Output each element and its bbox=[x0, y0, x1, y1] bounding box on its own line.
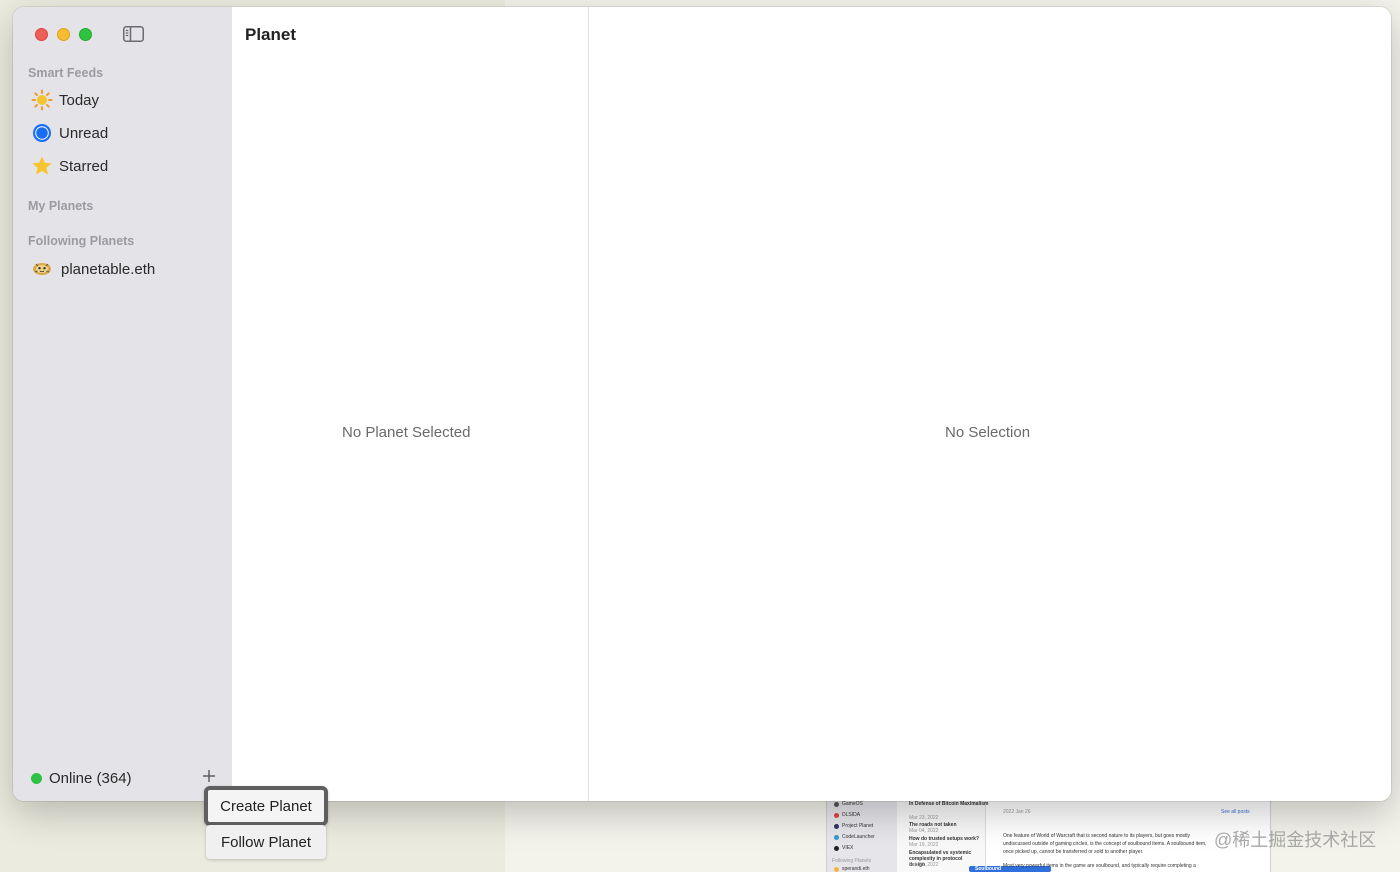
bg-article-date: Mar 23, 2022 bbox=[909, 815, 939, 821]
unread-circle-icon bbox=[29, 120, 55, 146]
sidebar-item-label: Unread bbox=[59, 124, 109, 142]
bg-detail-link: See all posts bbox=[1221, 809, 1250, 815]
app-window: Smart Feeds Today Unread Starred My Plan… bbox=[13, 7, 1391, 801]
bg-sidebar-item: DLSIDA bbox=[842, 812, 861, 818]
online-status-text: Online (364) bbox=[49, 770, 132, 787]
add-planet-button[interactable] bbox=[201, 768, 217, 784]
background-window: GameOS DLSIDA Project Planet CodeLaunche… bbox=[826, 796, 1271, 872]
sidebar-item-unread[interactable]: Unread bbox=[29, 119, 221, 147]
bg-app-icon bbox=[834, 813, 839, 818]
bg-app-icon bbox=[834, 835, 839, 840]
bg-sidebar-section: Following Planets bbox=[832, 858, 872, 864]
bg-app-icon bbox=[834, 846, 839, 851]
sidebar-item-planetable-eth[interactable]: planetable.eth bbox=[29, 255, 221, 283]
section-title-smart-feeds: Smart Feeds bbox=[28, 66, 104, 80]
bg-article-date: Mar 19, 2022 bbox=[909, 842, 939, 848]
bg-detail-line: Most very powerful items in the game are… bbox=[1003, 863, 1196, 869]
star-icon bbox=[29, 153, 55, 179]
sidebar-footer: Online (364) bbox=[13, 755, 232, 801]
sidebar: Smart Feeds Today Unread Starred My Plan… bbox=[13, 7, 232, 801]
sun-icon bbox=[29, 87, 55, 113]
bg-sidebar-item: GameOS bbox=[842, 801, 863, 807]
watermark: @稀土掘金技术社区 bbox=[1214, 830, 1377, 850]
planet-list-pane: Planet No Planet Selected bbox=[232, 7, 589, 801]
no-planet-selected-text: No Planet Selected bbox=[342, 424, 471, 441]
sidebar-toggle-icon[interactable] bbox=[123, 26, 144, 42]
background-sidebar: GameOS DLSIDA Project Planet CodeLaunche… bbox=[827, 796, 897, 872]
close-window-button[interactable] bbox=[35, 28, 48, 41]
section-title-following-planets: Following Planets bbox=[28, 234, 135, 248]
bg-detail-line: One feature of World of Warcraft that is… bbox=[1003, 833, 1191, 839]
sidebar-item-label: planetable.eth bbox=[61, 260, 156, 278]
bg-article-date: Feb 21, 2022 bbox=[909, 862, 939, 868]
add-planet-menu: Create Planet Follow Planet bbox=[204, 786, 328, 859]
bg-article-date: Mar 04, 2022 bbox=[909, 828, 939, 834]
bg-detail-line: once picked up, cannot be transferred or… bbox=[1003, 849, 1144, 855]
bg-app-icon bbox=[834, 824, 839, 829]
sidebar-item-starred[interactable]: Starred bbox=[29, 152, 221, 180]
bg-sidebar-item: CodeLauncher bbox=[842, 834, 875, 840]
bg-app-icon bbox=[834, 802, 839, 807]
bg-sidebar-item: VIEX bbox=[842, 845, 854, 851]
page-title: Planet bbox=[245, 25, 297, 44]
sidebar-item-label: Starred bbox=[59, 157, 109, 175]
bg-sidebar-item: sperandi.eth bbox=[842, 866, 870, 872]
online-status-icon bbox=[31, 773, 42, 784]
plus-icon bbox=[203, 770, 215, 782]
bg-app-icon bbox=[834, 867, 839, 872]
background-article-list: In Defense of Bitcoin Maximalism Mar 23,… bbox=[897, 796, 1051, 872]
section-title-my-planets: My Planets bbox=[28, 199, 94, 213]
minimize-window-button[interactable] bbox=[57, 28, 70, 41]
bg-sidebar-item: Project Planet bbox=[842, 823, 874, 829]
no-selection-text: No Selection bbox=[945, 424, 1031, 441]
bg-article-title: In Defense of Bitcoin Maximalism bbox=[909, 801, 989, 807]
maximize-window-button[interactable] bbox=[79, 28, 92, 41]
bg-detail-date: 2022 Jan 26 bbox=[1003, 809, 1031, 815]
follow-planet-menu-item[interactable]: Follow Planet bbox=[206, 825, 326, 859]
sidebar-item-label: Today bbox=[59, 91, 100, 109]
bg-detail-line: undiscussed outside of gaming circles, i… bbox=[1003, 841, 1207, 847]
planetable-avatar-icon bbox=[29, 256, 55, 282]
sidebar-item-today[interactable]: Today bbox=[29, 86, 221, 114]
detail-pane: No Selection bbox=[589, 7, 1391, 801]
create-planet-menu-item[interactable]: Create Planet bbox=[204, 786, 328, 826]
